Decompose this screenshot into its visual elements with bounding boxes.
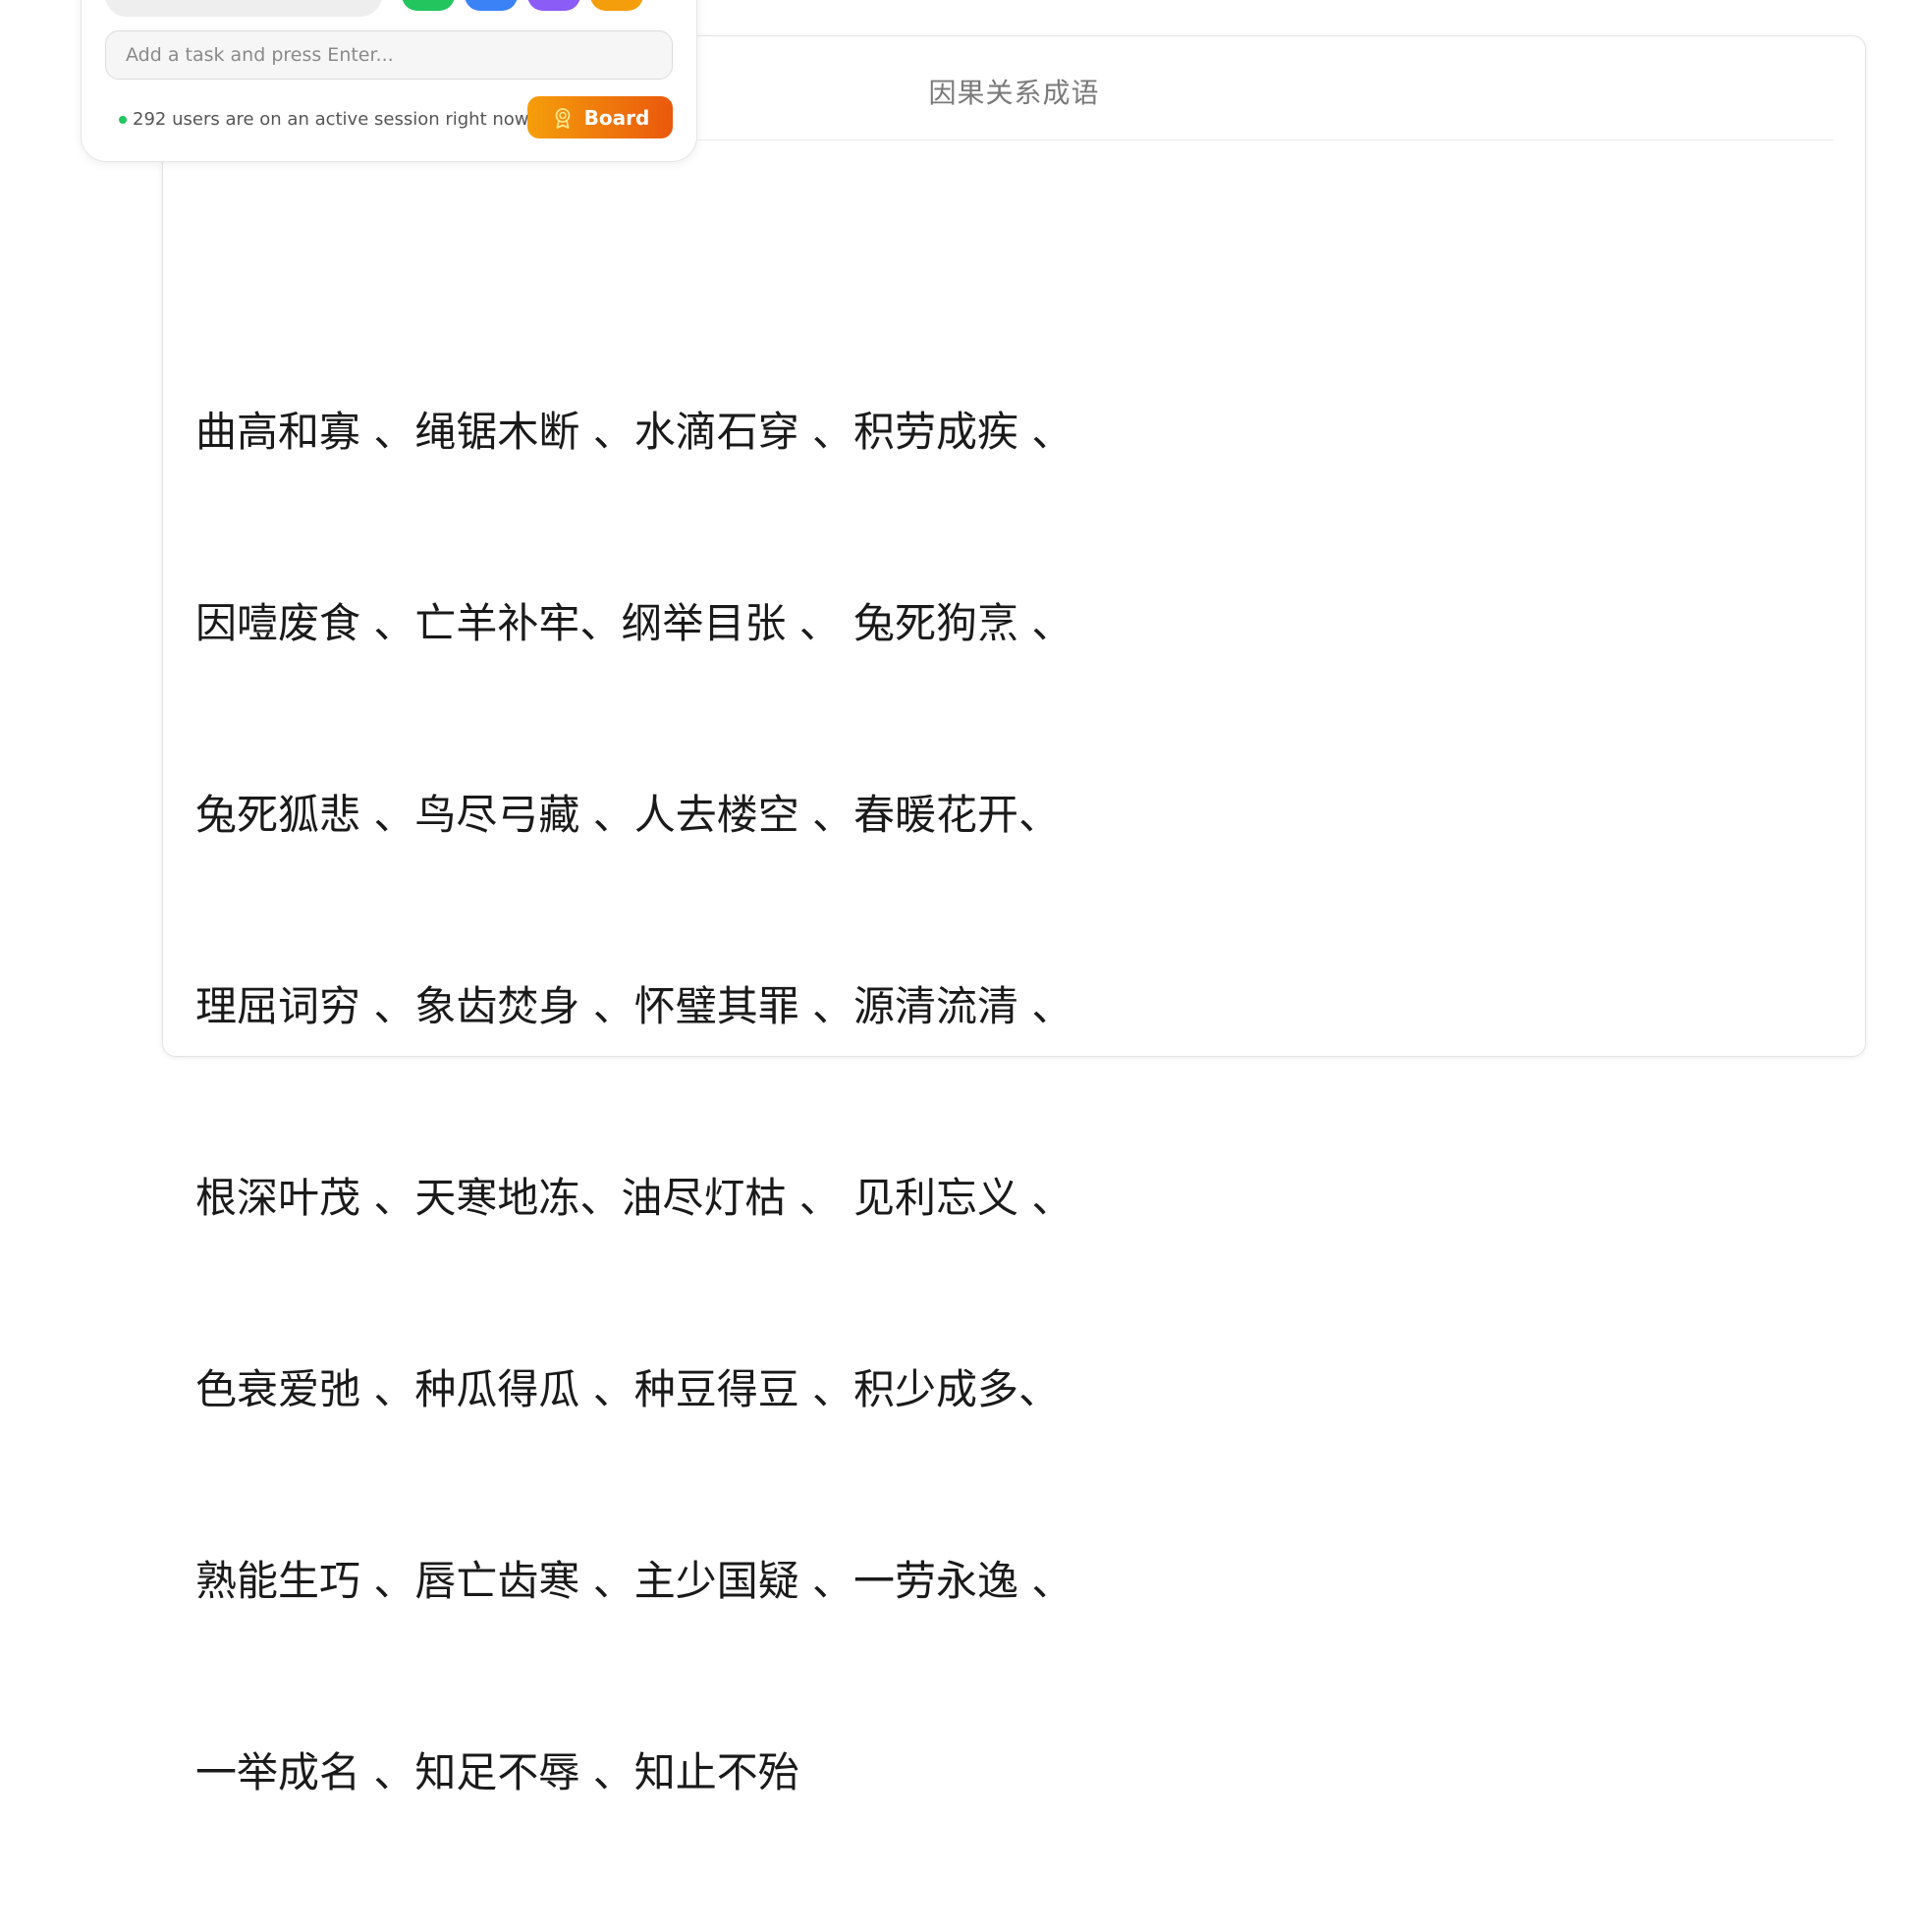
color-swatch-purple[interactable] (527, 0, 580, 11)
badge-icon (555, 107, 571, 129)
idiom-line: 兔死狐悲 、鸟尽弓藏 、人去楼空 、春暖花开、 (195, 791, 1061, 839)
idiom-line: 一举成名 、知足不辱 、知止不殆 (195, 1748, 799, 1796)
idiom-line: 根深叶茂 、天寒地冻、油尽灯枯 、 见利忘义 、 (195, 1174, 1073, 1222)
idiom-line: 理屈词穷 、象齿焚身 、怀璧其罪 、源清流清 、 (195, 982, 1073, 1030)
color-swatch-blue[interactable] (465, 0, 518, 11)
idiom-line: 色衰爱弛 、种瓜得瓜 、种豆得豆 、积少成多、 (195, 1365, 1061, 1413)
document-card: 因果关系成语 曲高和寡 、绳锯木断 、水滴石穿 、积劳成疾 、 因噎废食 、亡羊… (162, 35, 1866, 1796)
board-button[interactable]: Board (527, 96, 673, 138)
color-swatch-green[interactable] (402, 0, 455, 11)
idiom-line: 曲高和寡 、绳锯木断 、水滴石穿 、积劳成疾 、 (195, 408, 1073, 456)
timer-display[interactable] (105, 0, 382, 17)
task-input[interactable] (105, 30, 673, 80)
board-button-label: Board (583, 105, 650, 130)
online-dot-icon (119, 115, 127, 124)
active-users-status: 292 users are on an active session right… (119, 109, 529, 130)
active-users-text: 292 users are on an active session right… (133, 109, 529, 130)
task-panel: 292 users are on an active session right… (81, 0, 697, 162)
document-body: 曲高和寡 、绳锯木断 、水滴石穿 、积劳成疾 、 因噎废食 、亡羊补牢、纲举目张… (195, 272, 1767, 1932)
color-swatch-orange[interactable] (590, 0, 643, 11)
idiom-line: 熟能生巧 、唇亡齿寒 、主少国疑 、一劳永逸 、 (195, 1557, 1073, 1605)
idiom-line: 因噎废食 、亡羊补牢、纲举目张 、 兔死狗烹 、 (195, 599, 1073, 647)
